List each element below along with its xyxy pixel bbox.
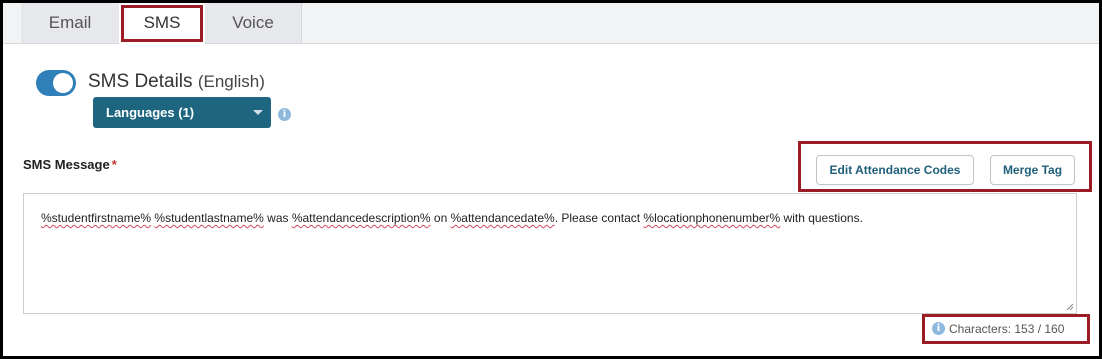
resize-handle-icon[interactable] xyxy=(1066,303,1074,311)
counter-info-icon: i xyxy=(932,322,945,335)
languages-label: Languages (1) xyxy=(106,105,195,120)
message-text: with questions. xyxy=(780,211,863,225)
merge-tag-locationphonenumber: %locationphonenumber% xyxy=(643,211,781,225)
channel-tabs: Email SMS Voice xyxy=(3,3,1099,44)
sms-details-title: SMS Details xyxy=(88,71,193,92)
message-text: . Please contact xyxy=(554,211,644,225)
languages-dropdown[interactable]: Languages (1) xyxy=(93,97,271,128)
sms-details-heading: SMS Details (English) xyxy=(88,71,265,93)
sms-message-label: SMS Message * xyxy=(23,157,117,172)
info-icon[interactable]: i xyxy=(278,108,291,121)
merge-tag-attendancedescription: %attendancedescription% xyxy=(291,211,431,225)
sms-panel: Email SMS Voice SMS Details (English) La… xyxy=(3,3,1099,356)
chevron-down-icon xyxy=(253,110,263,115)
message-text: was xyxy=(263,211,292,225)
tab-voice[interactable]: Voice xyxy=(205,3,302,43)
tab-sms[interactable]: SMS xyxy=(119,3,206,44)
merge-tag-attendancedate: %attendancedate% xyxy=(450,211,555,225)
merge-tag-studentfirstname: %studentfirstname% xyxy=(41,211,152,225)
sms-details-language: (English) xyxy=(197,72,265,91)
sms-details-toggle[interactable] xyxy=(36,70,76,96)
toggle-knob xyxy=(53,73,73,93)
tab-email[interactable]: Email xyxy=(21,3,120,43)
edit-attendance-codes-button[interactable]: Edit Attendance Codes xyxy=(816,155,974,185)
sms-message-textarea[interactable]: %studentfirstname% %studentlastname% was… xyxy=(23,193,1077,314)
merge-tag-studentlastname: %studentlastname% xyxy=(154,211,264,225)
message-text: on xyxy=(430,211,451,225)
sms-message-label-text: SMS Message xyxy=(23,157,110,172)
merge-tag-button[interactable]: Merge Tag xyxy=(990,155,1075,185)
character-counter: Characters: 153 / 160 xyxy=(949,322,1065,336)
required-marker: * xyxy=(111,157,117,172)
